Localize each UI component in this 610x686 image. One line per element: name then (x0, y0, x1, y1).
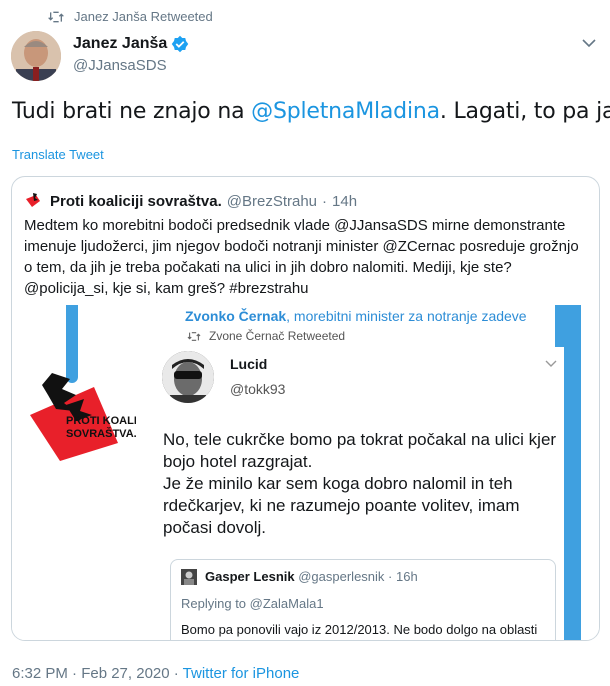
nested-replying-to: Replying to @ZalaMala1 (181, 596, 324, 611)
media-retweet-context: Zvone Černač Retweeted (187, 329, 345, 343)
chevron-down-icon (545, 360, 557, 367)
tweet-footer: 6:32 PM · Feb 27, 2020 · Twitter for iPh… (12, 665, 299, 682)
tweet-text-start: Tudi brati ne znajo na (12, 99, 252, 124)
tweet-text-end: . Lagati, to pa ja (439, 99, 610, 124)
nested-author: Gasper Lesnik @gasperlesnik · 16h (205, 569, 418, 584)
chevron-down-icon[interactable] (582, 38, 596, 48)
author-avatar[interactable] (11, 31, 61, 81)
media-caption-rest: , morebitni minister za notranje zadeve (286, 308, 527, 324)
verified-badge-icon (172, 35, 189, 53)
logo-text-line1: PROTI KOALICIJI (66, 415, 136, 427)
lucid-avatar (162, 351, 214, 403)
media-caption-name: Zvonko Černak (185, 308, 287, 324)
proti-koaliciji-logo: PROTI KOALICIJI SOVRAŠTVA. (30, 373, 136, 461)
mention-link[interactable]: @SpletnaMladina (251, 99, 440, 124)
quoted-tweet-header: Proti koaliciji sovraštva. @BrezStrahu ·… (24, 191, 357, 211)
translate-tweet-link[interactable]: Translate Tweet (12, 147, 104, 162)
quoted-author-name: Proti koaliciji sovraštva. (50, 192, 222, 210)
quoted-tweet-text: Medtem ko morebitni bodoči predsednik vl… (24, 217, 579, 297)
nested-time: 16h (396, 569, 418, 584)
tweet-source-link[interactable]: Twitter for iPhone (183, 665, 300, 682)
retweet-label: Janez Janša Retweeted (74, 9, 213, 24)
retweet-context: Janez Janša Retweeted (48, 9, 213, 24)
nested-avatar (181, 569, 197, 585)
quoted-separator: · (322, 192, 328, 210)
retweet-icon (187, 331, 201, 341)
nested-quoted-tweet: Gasper Lesnik @gasperlesnik · 16h Replyi… (170, 559, 556, 640)
quoted-avatar (24, 191, 44, 211)
quoted-tweet[interactable]: Proti koaliciji sovraštva. @BrezStrahu ·… (11, 176, 600, 641)
author-handle[interactable]: @JJansaSDS (73, 57, 167, 74)
embedded-tweet-text: No, tele cukrčke bomo pa tokrat počakal … (163, 430, 557, 537)
media-caption: Zvonko Černak, morebitni minister za not… (185, 308, 527, 324)
retweet-icon (48, 11, 64, 22)
author-name[interactable]: Janez Janša (73, 35, 167, 53)
embedded-author-name: Lucid (230, 356, 268, 372)
nested-author-name: Gasper Lesnik (205, 569, 295, 584)
media-retweet-label: Zvone Černač Retweeted (209, 329, 346, 343)
nested-tweet-text: Bomo pa ponovili vajo iz 2012/2013. Ne b… (181, 622, 538, 637)
nested-author-handle: @gasperlesnik (298, 569, 385, 584)
quoted-author-handle: @BrezStrahu (226, 192, 318, 210)
nested-separator: · (388, 569, 393, 584)
quoted-time: 14h (332, 192, 358, 210)
embedded-author-handle: @tokk93 (230, 381, 286, 397)
tweet-timestamp[interactable]: 6:32 PM · Feb 27, 2020 · (12, 665, 183, 682)
author-name-row[interactable]: Janez Janša (73, 35, 189, 53)
tweet-text: Tudi brati ne znajo na @SpletnaMladina. … (12, 99, 610, 124)
quoted-media-image[interactable]: Zvonko Černak, morebitni minister za not… (12, 305, 599, 640)
embedded-tweet-card: Lucid @tokk93 No, tele cukrčke bomo pa t… (150, 347, 564, 640)
logo-text-line2: SOVRAŠTVA. (66, 427, 136, 440)
